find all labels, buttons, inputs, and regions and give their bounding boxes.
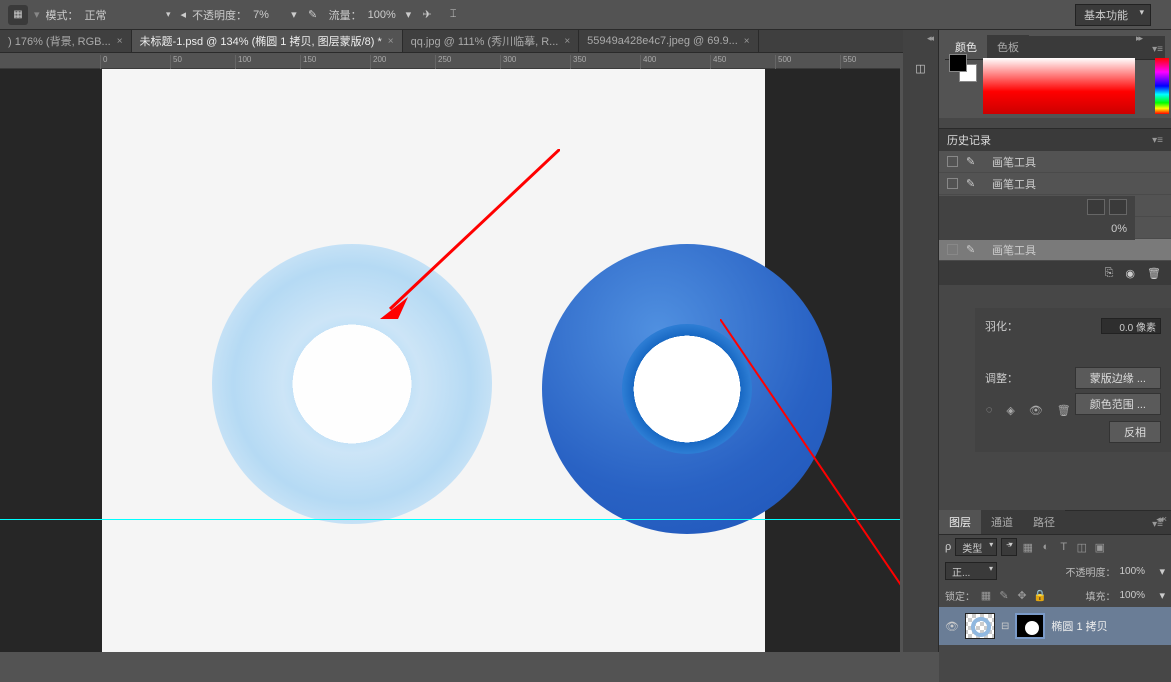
caret-icon: ◂: [181, 8, 187, 21]
pressure-size-icon[interactable]: ⌶: [443, 6, 463, 24]
app-icon: ▦: [8, 5, 28, 25]
lock-brush-icon[interactable]: ✎: [997, 589, 1011, 602]
opacity-value[interactable]: 100%: [1119, 566, 1155, 577]
collapse-arrows-icon[interactable]: ◂◂: [927, 33, 932, 44]
layer-thumbnail[interactable]: [965, 613, 995, 639]
horizontal-ruler: 0 50 100 150 200 250 300 350 400 450 500…: [0, 53, 900, 69]
flow-label: 流量：: [329, 7, 362, 23]
filter-kind-dropdown[interactable]: 类型: [955, 538, 997, 556]
vector-mask-icon[interactable]: [1109, 199, 1127, 215]
pixel-mask-icon[interactable]: [1087, 199, 1105, 215]
filter-shape-icon[interactable]: ◫: [1075, 541, 1089, 554]
filter-pixel-icon[interactable]: ▦: [1021, 541, 1035, 554]
lock-move-icon[interactable]: ✥: [1015, 589, 1029, 602]
visibility-eye-icon[interactable]: 👁: [945, 620, 959, 633]
tab-layers[interactable]: 图层: [939, 510, 981, 534]
document-tab[interactable]: ) 176% (背景, RGB...×: [0, 30, 132, 52]
color-panel: 颜色 色板 ▾≡ ▸▸: [939, 30, 1171, 118]
opacity-value[interactable]: 7%: [253, 9, 285, 21]
hue-strip[interactable]: [1155, 58, 1169, 114]
fg-color-swatch[interactable]: [949, 54, 967, 72]
new-document-icon[interactable]: ⎘: [1105, 267, 1114, 280]
dark-donut-shape: [542, 244, 832, 534]
history-title: 历史记录: [947, 132, 991, 148]
brush-icon: ✎: [966, 243, 984, 256]
guide-line[interactable]: [0, 519, 900, 520]
load-selection-icon[interactable]: ◌: [986, 404, 993, 416]
adjust-label: 调整：: [985, 370, 1018, 386]
tab-channels[interactable]: 通道: [981, 510, 1023, 534]
inner-ring: [622, 324, 752, 454]
layer-row[interactable]: 👁 ⊟ 椭圆 1 拷贝: [939, 607, 1171, 645]
pressure-opacity-icon[interactable]: ✎: [303, 6, 323, 24]
panel-menu-icon[interactable]: ▾≡: [1148, 131, 1167, 150]
airbrush-icon[interactable]: ✈: [417, 6, 437, 24]
fill-value[interactable]: 100%: [1119, 590, 1155, 601]
lock-pixels-icon[interactable]: ▦: [979, 589, 993, 602]
invert-button[interactable]: 反相: [1109, 421, 1161, 443]
trash-icon[interactable]: 🗑: [1147, 267, 1161, 280]
options-bar: ▦ ▾ 模式： 正常 ◂ 不透明度： 7% ▾ ✎ 流量： 100% ▾ ✈ ⌶…: [0, 0, 1171, 30]
light-donut-shape: [212, 244, 492, 524]
close-icon[interactable]: ×: [388, 36, 394, 47]
lock-all-icon[interactable]: 🔒: [1033, 589, 1047, 602]
history-item[interactable]: ✎画笔工具: [939, 173, 1171, 195]
filter-adjust-icon[interactable]: ◐: [1039, 541, 1053, 553]
mask-properties-panel: 羽化： 调整： 蒙版边缘 ... 颜色范围 ... 反相 ◌ ◈ 👁 🗑: [975, 308, 1171, 452]
opacity-label: 不透明度：: [192, 7, 247, 23]
close-icon[interactable]: ×: [117, 36, 123, 47]
caret-icon: ▾: [406, 8, 412, 21]
brush-icon: ✎: [966, 177, 984, 190]
close-icon[interactable]: ×: [744, 36, 750, 47]
workspace-dropdown[interactable]: 基本功能: [1075, 4, 1151, 26]
mask-side-strip: 0%: [939, 196, 1135, 240]
mode-label: 模式：: [46, 7, 79, 23]
eye-icon[interactable]: 👁: [1029, 404, 1043, 417]
document-tab[interactable]: 未标题-1.psd @ 134% (椭圆 1 拷贝, 图层蒙版/8) *×: [132, 30, 403, 52]
color-ramp[interactable]: [983, 58, 1135, 114]
caret-icon: ▾: [291, 8, 297, 21]
canvas-viewport[interactable]: 飞特网 FEVTE.COM: [0, 69, 900, 652]
feather-input[interactable]: [1101, 318, 1161, 334]
panel-menu-icon[interactable]: ▾≡: [1148, 515, 1167, 534]
flow-value[interactable]: 100%: [368, 9, 400, 21]
document-tab[interactable]: 55949a428e4c7.jpeg @ 69.9...×: [579, 30, 758, 52]
canvas: 飞特网 FEVTE.COM: [102, 69, 765, 652]
document-tab[interactable]: qq.jpg @ 111% (秀川临摹, R...×: [403, 30, 580, 52]
dropdown-divider-icon: ▾: [34, 8, 40, 21]
close-icon[interactable]: ×: [564, 36, 570, 47]
panel-menu-icon[interactable]: ▾≡: [1148, 40, 1167, 59]
panels-column: ◂◂ ◫ 颜色 色板 ▾≡ ▸▸ ◂◂ × 历史记录▾≡ ✎画笔工具 ✎画笔工具: [903, 30, 1171, 652]
lock-label: 锁定：: [945, 588, 975, 603]
history-item[interactable]: ✎画笔工具: [939, 239, 1171, 261]
mask-edge-button[interactable]: 蒙版边缘 ...: [1075, 367, 1161, 389]
mask-thumbnail[interactable]: [1015, 613, 1045, 639]
layers-panel: ◂◂ × 图层 通道 路径 ▾≡ ρ 类型 ÷ ▦ ◐ T ◫ ▣ 正... 不…: [939, 510, 1171, 682]
filter-text-icon[interactable]: T: [1057, 541, 1071, 553]
tab-paths[interactable]: 路径: [1023, 510, 1065, 534]
blend-mode-dropdown[interactable]: 正...: [945, 562, 997, 580]
history-item[interactable]: ✎画笔工具: [939, 151, 1171, 173]
panel-icon[interactable]: ◫: [909, 56, 933, 80]
filter-smart-icon[interactable]: ▣: [1093, 541, 1107, 554]
blend-mode-dropdown[interactable]: 正常: [85, 7, 175, 23]
collapsed-panel-strip: ◂◂ ◫: [903, 30, 939, 652]
apply-mask-icon[interactable]: ◈: [1006, 404, 1014, 417]
trash-icon[interactable]: 🗑: [1057, 404, 1071, 417]
opacity-label: 不透明度：: [1065, 564, 1115, 579]
link-icon[interactable]: ⊟: [1001, 621, 1009, 632]
fill-label: 填充：: [1085, 588, 1115, 603]
layer-name[interactable]: 椭圆 1 拷贝: [1051, 618, 1107, 634]
brush-icon: ✎: [966, 155, 984, 168]
snapshot-icon[interactable]: ◉: [1125, 267, 1135, 280]
color-range-button[interactable]: 颜色范围 ...: [1075, 393, 1161, 415]
tab-swatches[interactable]: 色板: [987, 35, 1029, 59]
feather-label: 羽化：: [985, 318, 1018, 334]
density-value[interactable]: 0%: [1111, 223, 1127, 235]
collapse-arrows-icon[interactable]: ▸▸: [1136, 33, 1141, 44]
